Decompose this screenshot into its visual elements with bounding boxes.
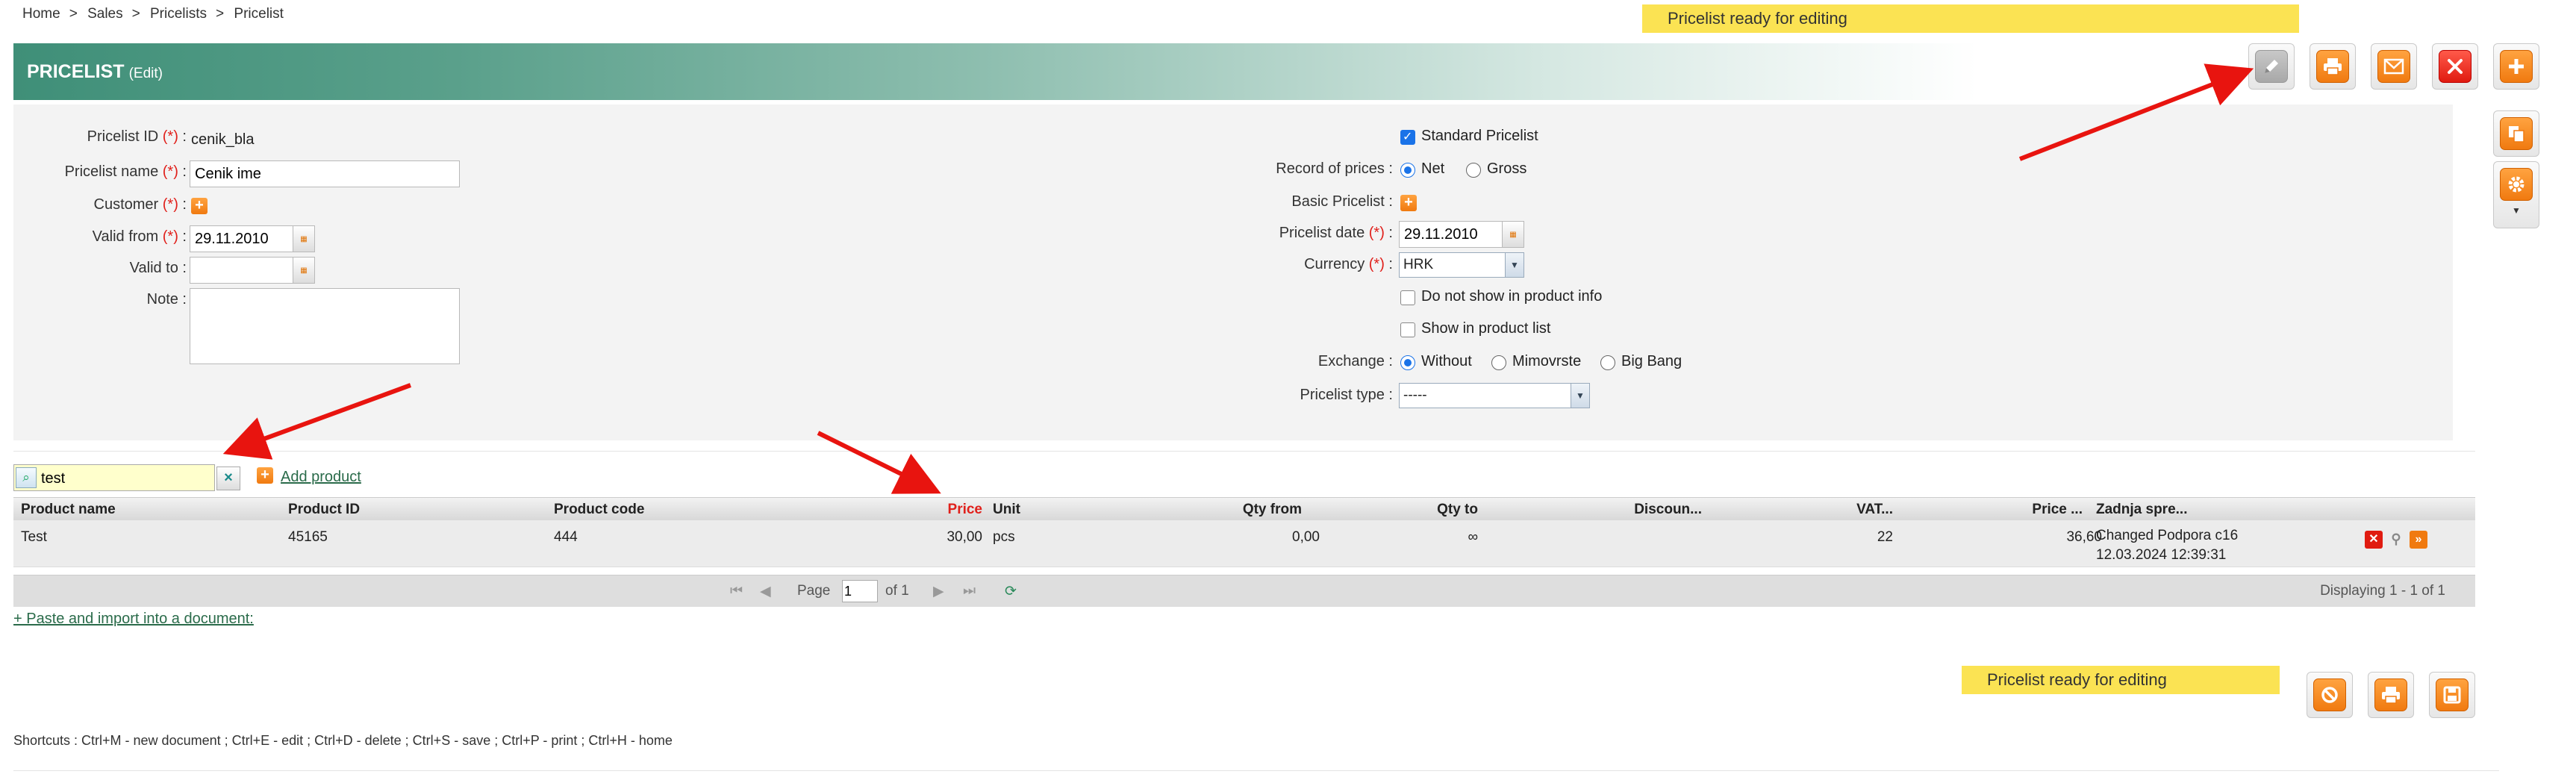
annotation-arrow-price (817, 431, 941, 494)
annotation-arrow-edit (2018, 63, 2254, 161)
annotation-arrows (222, 63, 2254, 494)
annotation-arrow-search (222, 383, 412, 460)
